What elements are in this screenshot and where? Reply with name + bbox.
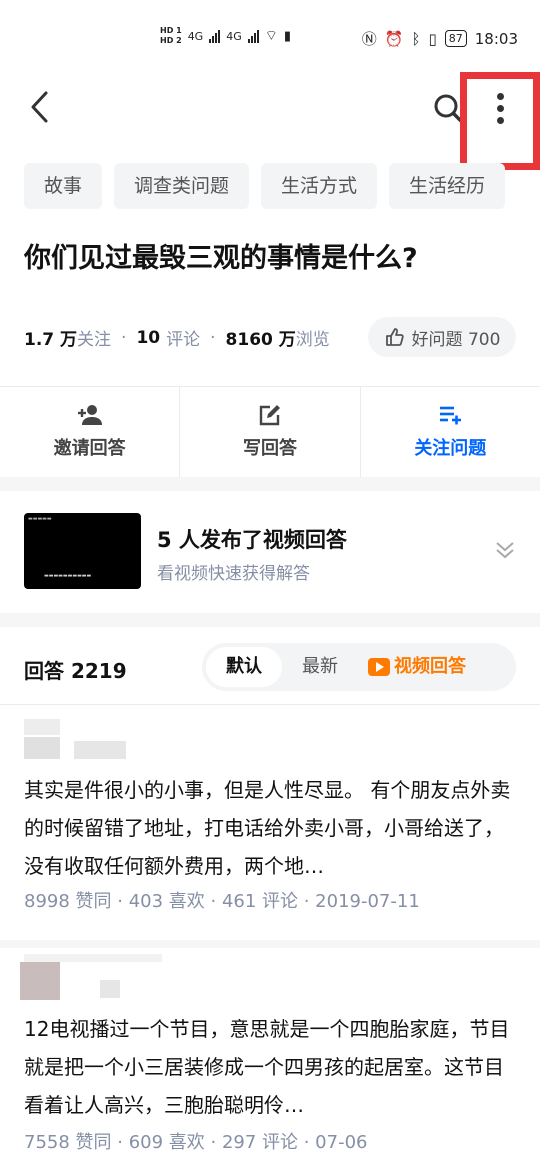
avatar[interactable]	[24, 719, 60, 735]
answer-excerpt[interactable]: 其实是件很小的小事，但是人性尽显。 有个朋友点外卖的时候留错了地址，打电话给外卖…	[24, 771, 516, 885]
answer-meta: 8998 赞同 · 403 喜欢 · 461 评论 · 2019-07-11	[24, 891, 420, 912]
invite-answer-label: 邀请回答	[53, 438, 126, 459]
more-options-button[interactable]	[460, 72, 540, 170]
write-answer-label: 写回答	[242, 438, 297, 459]
follow-question-button[interactable]: 关注问题	[361, 387, 540, 477]
views-label: 浏览	[295, 330, 330, 350]
notification-icon: ▮	[283, 28, 292, 44]
avatar[interactable]	[20, 962, 60, 1000]
separator-dot: ·	[210, 327, 216, 348]
signal-icon	[209, 29, 221, 43]
tab-default[interactable]: 默认	[206, 647, 282, 687]
clock: 18:03	[474, 29, 518, 48]
wifi-icon: ⌔	[264, 28, 278, 44]
followers-count: 1.7 万	[24, 330, 78, 350]
edit-icon	[259, 405, 280, 426]
back-button[interactable]	[22, 84, 62, 130]
question-stats: 1.7 万 关注 · 10 评论 · 8160 万 浏览	[24, 325, 330, 351]
thumbs-up-icon	[385, 328, 404, 346]
follow-question-label: 关注问题	[414, 438, 487, 459]
battery-icon: 87	[444, 30, 467, 47]
tag-item[interactable]: 生活经历	[389, 163, 506, 209]
video-answers-card[interactable]: ▬▬▬▬▬ ▬▬▬▬▬▬▬▬▬▬ 5 人发布了视频回答 看视频快速获得解答	[0, 491, 540, 613]
alarm-icon: ⏰	[384, 29, 404, 48]
tag-item[interactable]: 调查类问题	[114, 163, 250, 209]
net1-label: 4G	[187, 29, 204, 43]
add-person-icon	[77, 405, 102, 425]
question-title: 你们见过最毁三观的事情是什么?	[24, 243, 418, 274]
status-right: Ⓝ ⏰ ᛒ ▯ 87 18:03	[362, 28, 518, 49]
video-answers-title: 5 人发布了视频回答	[157, 528, 347, 552]
answer-meta: 7558 赞同 · 609 喜欢 · 297 评论 · 07-06	[24, 1132, 368, 1153]
tab-video-answers-label: 视频回答	[394, 656, 466, 677]
chevron-down-icon[interactable]	[494, 539, 516, 561]
hd2-label: HD 2	[160, 36, 182, 45]
hd1-label: HD 1	[160, 26, 182, 35]
avatar	[24, 737, 60, 759]
signal-icon-2	[247, 29, 259, 43]
invite-answer-button[interactable]: 邀请回答	[0, 387, 181, 477]
author-name[interactable]	[100, 980, 120, 998]
tab-latest[interactable]: 最新	[282, 647, 358, 687]
status-bar: HD 1 HD 2 4G 4G ⌔ ▮ Ⓝ ⏰ ᛒ ▯ 87 18:03	[0, 0, 540, 78]
add-list-icon	[440, 406, 462, 425]
good-question-label: 好问题 700	[411, 329, 501, 350]
topic-tags: 故事 调查类问题 生活方式 生活经历	[24, 163, 506, 209]
tag-item[interactable]: 生活方式	[261, 163, 378, 209]
comments-label[interactable]: 评论	[166, 325, 200, 350]
section-gap	[0, 613, 540, 627]
tab-video-answers[interactable]: 视频回答	[358, 647, 476, 687]
hd-indicator: HD 1 HD 2	[160, 26, 182, 46]
play-icon	[368, 658, 390, 676]
good-question-button[interactable]: 好问题 700	[368, 317, 516, 357]
video-answers-subtitle: 看视频快速获得解答	[157, 564, 310, 584]
chevron-left-icon	[31, 91, 48, 123]
status-left: HD 1 HD 2 4G 4G ⌔ ▮	[160, 26, 291, 46]
write-answer-button[interactable]: 写回答	[180, 387, 361, 477]
video-thumbnail[interactable]: ▬▬▬▬▬ ▬▬▬▬▬▬▬▬▬▬	[24, 513, 141, 589]
answer-excerpt[interactable]: 12电视播过一个节目，意思就是一个四胞胎家庭，节目就是把一个小三居装修成一个四男…	[24, 1010, 516, 1124]
author-header	[24, 954, 162, 962]
bluetooth-icon: ᛒ	[411, 29, 421, 48]
vibrate-icon: ▯	[428, 29, 437, 48]
nfc-icon: Ⓝ	[361, 30, 377, 48]
answer-item[interactable]: 其实是件很小的小事，但是人性尽显。 有个朋友点外卖的时候留错了地址，打电话给外卖…	[0, 705, 540, 940]
followers-label: 关注	[77, 330, 112, 350]
answer-item[interactable]: 12电视播过一个节目，意思就是一个四胞胎家庭，节目就是把一个小三居装修成一个四男…	[0, 948, 540, 1170]
views-count: 8160 万	[225, 330, 296, 350]
section-gap	[0, 940, 540, 948]
section-gap	[0, 477, 540, 491]
comments-count: 10	[136, 327, 161, 348]
author-name[interactable]	[74, 741, 126, 759]
net2-label: 4G	[226, 29, 242, 43]
tag-item[interactable]: 故事	[24, 163, 103, 209]
sort-tabs: 默认 最新 视频回答	[202, 643, 516, 691]
more-vertical-icon	[497, 93, 505, 129]
action-bar: 邀请回答 写回答 关注问题	[0, 387, 540, 477]
answers-count-heading: 回答 2219	[24, 659, 127, 683]
separator-dot: ·	[121, 327, 127, 348]
